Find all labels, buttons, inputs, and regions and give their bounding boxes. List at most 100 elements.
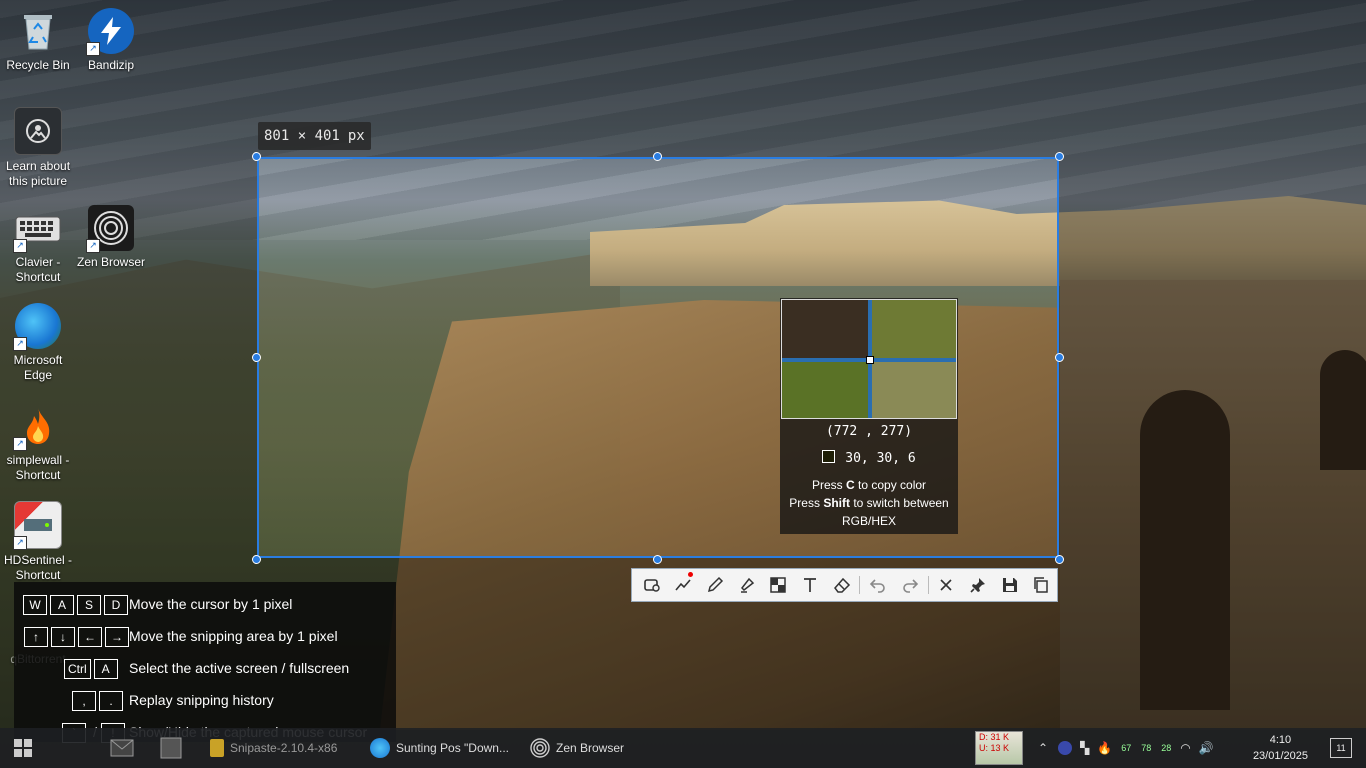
recycle-bin-icon-item[interactable]: Recycle Bin — [0, 8, 76, 73]
shortcut-desc: Select the active screen / fullscreen — [129, 660, 350, 676]
learn-about-picture-icon — [14, 107, 62, 155]
eraser-tool-button[interactable] — [826, 569, 858, 601]
tray-app-icon[interactable] — [1058, 741, 1073, 755]
tray-badge-1[interactable]: 67 — [1121, 743, 1131, 753]
shortcut-arrow-icon: ↗ — [13, 337, 27, 351]
polyline-tool-button[interactable] — [668, 569, 700, 601]
key-up: ↑ — [24, 627, 48, 647]
resize-handle-top[interactable] — [653, 152, 662, 161]
shortcut-arrow-icon: ↗ — [13, 437, 27, 451]
marker-tool-button[interactable] — [731, 569, 763, 601]
hard-disk-icon: ↗ — [13, 501, 62, 550]
rectangle-icon — [644, 579, 660, 592]
tray-badge-2[interactable]: 78 — [1141, 743, 1151, 753]
shortcut-help-panel: WASD Move the cursor by 1 pixel ↑ ↓ ← → Mov… — [14, 582, 396, 743]
resize-handle-left[interactable] — [252, 353, 261, 362]
bandizip-icon: ↗ — [86, 8, 134, 56]
network-meter-widget[interactable]: D: 31 K U: 13 K — [975, 731, 1023, 765]
edge-icon-item[interactable]: ↗ Microsoft Edge — [0, 303, 76, 383]
flame-icon: ↗ — [13, 403, 61, 451]
switch-format-hint: Press Shift to switch between — [789, 496, 949, 510]
text-tool-button[interactable] — [794, 569, 826, 601]
task-label: Sunting Pos "Down... — [396, 741, 509, 755]
taskbar-task-snipaste[interactable]: Snipaste-2.10.4-x86 — [210, 728, 337, 768]
simplewall-icon-item[interactable]: ↗ simplewall - Shortcut — [0, 403, 76, 483]
simplewall-label: simplewall - Shortcut — [6, 453, 70, 482]
zen-browser-icon-item[interactable]: ↗ Zen Browser — [73, 205, 149, 270]
pencil-tool-button[interactable] — [699, 569, 731, 601]
key-period: . — [99, 691, 123, 711]
redo-button[interactable] — [894, 569, 926, 601]
learn-picture-icon-item[interactable]: Learn about this picture — [0, 107, 76, 189]
color-magnifier: (772 , 277) 30, 30, 6 Press C to copy co… — [780, 298, 958, 534]
mosaic-icon — [770, 577, 787, 593]
zen-browser-icon — [530, 738, 550, 758]
taskbar-task-zen[interactable]: Zen Browser — [530, 728, 624, 768]
tray-flame-icon[interactable]: 🔥 — [1097, 741, 1112, 755]
taskbar: Snipaste-2.10.4-x86 Sunting Pos "Down...… — [0, 728, 1366, 768]
shortcut-desc: Replay snipping history — [129, 692, 274, 708]
edge-label: Microsoft Edge — [13, 353, 63, 382]
pin-button[interactable] — [962, 569, 994, 601]
wifi-icon[interactable]: ◠ — [1180, 741, 1190, 755]
color-value-row: 30, 30, 6 — [780, 450, 958, 466]
eraser-icon — [833, 577, 850, 593]
resize-handle-bottom-left[interactable] — [252, 555, 261, 564]
clavier-label: Clavier - Shortcut — [15, 255, 61, 284]
key-comma: , — [72, 691, 96, 711]
taskbar-clock[interactable]: 4:10 23/01/2025 — [1253, 732, 1308, 764]
upload-rate: U: 13 K — [979, 743, 1010, 753]
taskbar-mail-button[interactable] — [110, 728, 134, 768]
color-rgb-value: 30, 30, 6 — [845, 451, 916, 466]
key-right: → — [105, 627, 129, 647]
microsoft-edge-icon: ↗ — [13, 303, 61, 351]
key-w: W — [23, 595, 47, 615]
tray-badge-3[interactable]: 28 — [1161, 743, 1171, 753]
recycle-bin-label: Recycle Bin — [6, 58, 70, 72]
copy-icon — [1034, 577, 1049, 593]
rectangle-tool-button[interactable] — [636, 569, 668, 601]
copy-button[interactable] — [1025, 569, 1057, 601]
undo-button[interactable] — [862, 569, 894, 601]
key-down: ↓ — [51, 627, 75, 647]
mosaic-tool-button[interactable] — [763, 569, 795, 601]
resize-handle-bottom[interactable] — [653, 555, 662, 564]
shortcut-arrow-icon: ↗ — [13, 239, 27, 253]
taskbar-task-edge[interactable]: Sunting Pos "Down... — [370, 728, 509, 768]
save-button[interactable] — [994, 569, 1026, 601]
hdsentinel-label: HDSentinel - Shortcut — [3, 553, 73, 582]
bandizip-icon-item[interactable]: ↗ Bandizip — [73, 8, 149, 73]
active-indicator-dot — [688, 572, 694, 577]
volume-icon[interactable]: 🔊 — [1199, 741, 1214, 755]
resize-handle-right[interactable] — [1055, 353, 1064, 362]
key-a: A — [93, 659, 118, 679]
notification-count: 11 — [1336, 743, 1346, 753]
taskbar-app-button[interactable] — [160, 728, 182, 768]
learn-picture-label: Learn about this picture — [5, 159, 71, 188]
close-icon — [940, 579, 952, 591]
bandizip-label: Bandizip — [87, 58, 135, 72]
selection-size-unit: px — [347, 128, 365, 144]
start-button[interactable] — [14, 728, 32, 768]
resize-handle-top-left[interactable] — [252, 152, 261, 161]
clock-time: 4:10 — [1269, 734, 1292, 746]
show-hidden-icons-chevron-icon[interactable]: ⌃ — [1038, 741, 1048, 755]
hdsentinel-icon-item[interactable]: ↗ HDSentinel - Shortcut — [0, 501, 76, 583]
marker-icon — [740, 577, 754, 593]
key-a: A — [50, 595, 74, 615]
shortcut-arrow-icon: ↗ — [86, 42, 100, 56]
notification-center-button[interactable]: 11 — [1330, 738, 1352, 758]
undo-icon — [870, 579, 885, 593]
clock-date: 23/01/2025 — [1252, 750, 1308, 762]
close-button[interactable] — [931, 569, 963, 601]
tray-grid-icon[interactable]: ▚ — [1080, 741, 1089, 755]
shortcut-arrow-icon: ↗ — [13, 536, 27, 550]
selection-size-text: 801 × 401 — [264, 128, 340, 144]
polyline-icon — [675, 579, 692, 591]
clavier-icon-item[interactable]: ↗ Clavier - Shortcut — [0, 205, 76, 285]
resize-handle-top-right[interactable] — [1055, 152, 1064, 161]
snipaste-icon — [210, 739, 224, 757]
copy-color-hint: Press C to copy color — [811, 478, 927, 492]
resize-handle-bottom-right[interactable] — [1055, 555, 1064, 564]
toolbar-separator — [927, 576, 929, 594]
